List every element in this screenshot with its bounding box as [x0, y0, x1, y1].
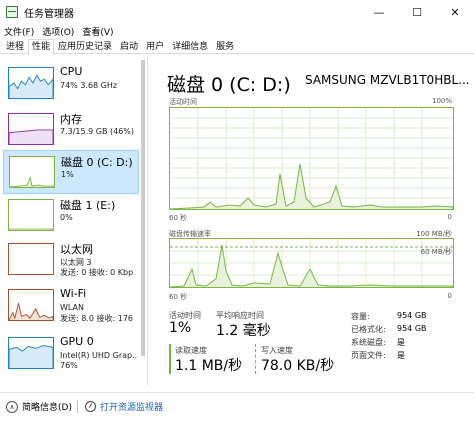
sidebar-item-ethernet[interactable]: 以太网 以太网 3 发送: 0 接收: 0 Kbp — [3, 238, 139, 282]
sidebar-item-wifi[interactable]: Wi-Fi WLAN 发送: 8.0 接收: 176 — [3, 284, 139, 328]
sidebar-item-detail-2: 发送: 8.0 接收: 176 — [60, 314, 134, 323]
disk-model: SAMSUNG MZVLB1T0HBL... — [305, 73, 470, 87]
transfer-chart-scale: 60 MB/秒 — [420, 248, 452, 256]
write-speed-value: 78.0 KB/秒 — [261, 358, 335, 374]
activity-time-graph — [170, 108, 453, 209]
tab-users[interactable]: 用户 — [142, 39, 168, 54]
transfer-rate-graph — [170, 239, 453, 287]
capacity-label: 容量: — [351, 312, 370, 321]
sidebar-item-detail-2: 发送: 0 接收: 0 Kbp — [60, 268, 134, 277]
minimize-button[interactable]: — — [360, 0, 398, 24]
system-disk-label: 系统磁盘: — [351, 338, 386, 347]
sidebar-item-detail: 0% — [60, 213, 73, 222]
sidebar-item-detail: 7.3/15.9 GB (46%) — [60, 127, 135, 136]
sidebar-item-label: 内存 — [60, 113, 82, 126]
activity-time-chart — [169, 107, 454, 210]
wifi-thumbnail — [8, 289, 54, 321]
menu-file[interactable]: 文件(F) — [4, 25, 34, 38]
transfer-chart-duration: 60 秒 — [169, 293, 188, 301]
disk0-thumbnail — [9, 156, 55, 188]
sidebar-item-label: GPU 0 — [60, 335, 94, 348]
transfer-chart-min: 0 — [447, 292, 452, 300]
formatted-value: 954 GB — [397, 324, 427, 333]
menu-view[interactable]: 查看(V) — [82, 25, 113, 38]
open-resource-monitor-link[interactable]: 打开资源监视器 — [85, 400, 163, 413]
sidebar-item-disk-0[interactable]: 磁盘 0 (C: D:) 1% — [3, 150, 139, 194]
sidebar-item-label: 磁盘 0 (C: D:) — [61, 156, 133, 169]
chevron-up-icon: ∧ — [6, 400, 18, 413]
formatted-label: 已格式化: — [351, 325, 386, 334]
tab-details[interactable]: 详细信息 — [168, 39, 212, 54]
sidebar-item-detail: 1% — [61, 170, 74, 179]
title-bar: 任务管理器 — ☐ ✕ — [0, 0, 474, 24]
avg-response-value: 1.2 毫秒 — [216, 323, 271, 339]
sidebar-item-memory[interactable]: 内存 7.3/15.9 GB (46%) — [3, 108, 139, 152]
fewer-details-button[interactable]: ∧ 简略信息(D) — [6, 400, 72, 413]
system-disk-value: 是 — [397, 338, 405, 347]
close-button[interactable]: ✕ — [436, 0, 474, 24]
tab-performance[interactable]: 性能 — [28, 39, 55, 55]
performance-sidebar: CPU 74% 3.68 GHz 内存 7.3/15.9 GB (46%) 磁盘… — [0, 56, 148, 386]
disk-detail-panel: 磁盘 0 (C: D:) SAMSUNG MZVLB1T0HBL... 活动时间… — [150, 56, 474, 386]
tab-services[interactable]: 服务 — [212, 39, 238, 54]
capacity-value: 954 GB — [397, 311, 427, 320]
sidebar-item-gpu-0[interactable]: GPU 0 Intel(R) UHD Grap.. 76% — [3, 332, 139, 376]
page-file-label: 页面文件: — [351, 351, 386, 360]
tab-app-history[interactable]: 应用历史记录 — [54, 39, 116, 54]
disk1-thumbnail — [8, 199, 54, 231]
sidebar-item-cpu[interactable]: CPU 74% 3.68 GHz — [3, 62, 139, 106]
maximize-button[interactable]: ☐ — [398, 0, 436, 24]
write-speed-indicator — [255, 344, 257, 374]
sidebar-scrollbar-thumb[interactable] — [141, 60, 145, 356]
fewer-details-label: 简略信息(D) — [22, 403, 72, 413]
menu-options[interactable]: 选项(O) — [42, 25, 74, 38]
tab-processes[interactable]: 进程 — [2, 39, 28, 54]
page-title: 磁盘 0 (C: D:) — [167, 74, 291, 96]
task-manager-icon — [6, 6, 18, 18]
tab-startup[interactable]: 启动 — [116, 39, 142, 54]
activity-chart-duration: 60 秒 — [169, 214, 188, 222]
resource-monitor-icon — [85, 401, 96, 412]
read-speed-value: 1.1 MB/秒 — [175, 358, 243, 374]
tab-strip: 进程 性能 应用历史记录 启动 用户 详细信息 服务 — [0, 39, 474, 55]
sidebar-item-label: 以太网 — [60, 243, 93, 256]
sidebar-item-label: Wi-Fi — [60, 287, 87, 300]
sidebar-item-label: CPU — [60, 65, 83, 78]
footer-divider — [77, 400, 78, 413]
open-resource-monitor-label: 打开资源监视器 — [100, 403, 164, 413]
ethernet-thumbnail — [8, 243, 54, 275]
activity-chart-min: 0 — [447, 213, 452, 221]
sidebar-item-detail: WLAN — [60, 303, 85, 312]
active-time-value: 1% — [169, 320, 192, 336]
window-title: 任务管理器 — [24, 8, 74, 20]
activity-chart-label: 活动时间 — [169, 98, 197, 106]
sidebar-item-disk-1[interactable]: 磁盘 1 (E:) 0% — [3, 194, 139, 238]
menu-bar: 文件(F) 选项(O) 查看(V) — [0, 24, 474, 38]
sidebar-item-label: 磁盘 1 (E:) — [60, 199, 116, 212]
footer-bar: ∧ 简略信息(D) 打开资源监视器 — [0, 392, 474, 423]
activity-chart-max: 100% — [431, 97, 452, 105]
gpu-thumbnail — [8, 337, 54, 369]
cpu-thumbnail — [8, 67, 54, 99]
transfer-rate-chart — [169, 238, 454, 288]
sidebar-item-detail: Intel(R) UHD Grap.. — [60, 351, 138, 360]
sidebar-item-detail-2: 76% — [60, 361, 78, 370]
page-file-value: 是 — [397, 351, 405, 360]
read-speed-indicator — [169, 344, 171, 374]
memory-thumbnail — [8, 113, 54, 145]
sidebar-item-detail: 74% 3.68 GHz — [60, 81, 118, 90]
